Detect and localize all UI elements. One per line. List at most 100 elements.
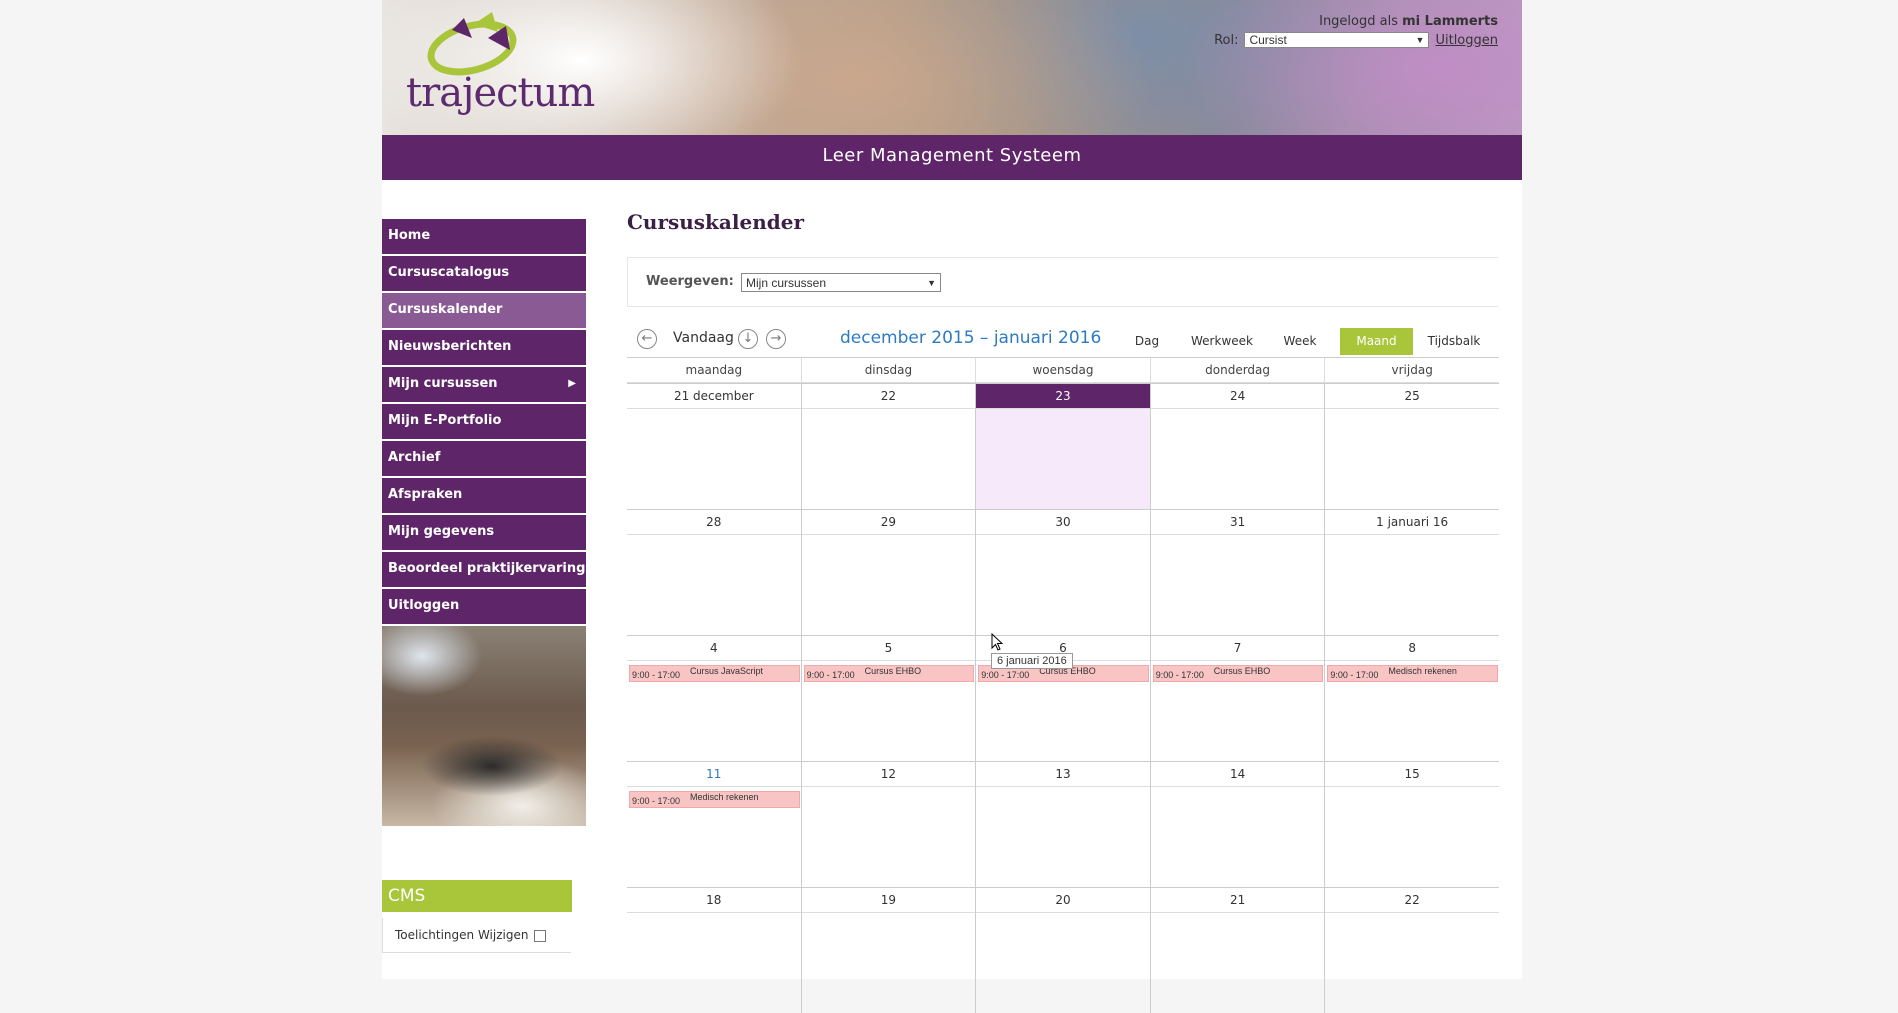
event-time: 9:00 - 17:00 [632, 670, 681, 680]
date-range-label: december 2015 – januari 2016 [840, 328, 1102, 348]
calendar-day[interactable]: 25 [1324, 383, 1499, 509]
cms-toggle-label: Toelichtingen Wijzigen [395, 928, 529, 942]
logout-link[interactable]: Uitloggen [1435, 33, 1498, 48]
role-select-value: Cursist [1249, 33, 1287, 47]
event-name: Cursus JavaScript [690, 666, 764, 676]
calendar-day[interactable]: 5 9:00 - 17:00 Cursus EHBO [800, 635, 976, 761]
calendar-day[interactable]: 21 [1149, 887, 1325, 1013]
sidebar-item-mijn-gegevens[interactable]: Mijn gegevens [382, 515, 586, 551]
calendar-day[interactable]: 22 [1324, 887, 1499, 1013]
view-week-button[interactable]: Week [1270, 328, 1330, 355]
sidebar-item-mijn-cursussen[interactable]: Mijn cursussen ▶ [382, 367, 586, 403]
view-timeline-button[interactable]: Tijdsbalk [1419, 328, 1489, 355]
calendar-day[interactable]: 4 9:00 - 17:00 Cursus JavaScript [627, 635, 801, 761]
calendar-week: 18 19 20 21 22 [627, 887, 1499, 1013]
arrow-left-icon[interactable]: ← [637, 329, 657, 349]
sidebar-item-mijn-e-portfolio[interactable]: Mijn E-Portfolio [382, 404, 586, 440]
calendar-day[interactable]: 11 9:00 - 17:00 Medisch rekenen [627, 761, 801, 887]
day-number: 5 [801, 635, 976, 661]
calendar-day[interactable]: 14 [1149, 761, 1325, 887]
calendar-toolbar: ← Vandaag ↓ → december 2015 – januari 20… [627, 320, 1502, 360]
day-number: 1 januari 16 [1325, 509, 1499, 535]
event-name: Medisch rekenen [1388, 666, 1457, 676]
chevron-down-icon: ▼ [1415, 35, 1425, 45]
today-button[interactable]: Vandaag [673, 330, 734, 346]
sidebar-item-cursuscatalogus[interactable]: Cursuscatalogus [382, 256, 586, 292]
role-select[interactable]: Cursist ▼ [1244, 32, 1430, 48]
calendar-day[interactable]: 28 [627, 509, 801, 635]
header-banner: trajectum Ingelogd als mi Lammerts Rol: … [382, 0, 1522, 135]
role-label: Rol: [1214, 32, 1239, 48]
calendar-day[interactable]: 24 [1149, 383, 1325, 509]
day-number: 28 [627, 509, 801, 535]
sidebar-item-afspraken[interactable]: Afspraken [382, 478, 586, 514]
day-number: 31 [1150, 509, 1325, 535]
event-time: 9:00 - 17:00 [1330, 670, 1379, 680]
calendar-day[interactable]: 15 [1324, 761, 1499, 887]
calendar-day[interactable]: 22 [800, 383, 976, 509]
calendar-event[interactable]: 9:00 - 17:00 Cursus EHBO [1152, 665, 1324, 682]
arrow-right-icon[interactable]: → [766, 329, 786, 349]
system-title: Leer Management Systeem [382, 135, 1522, 180]
chevron-right-icon: ▶ [568, 378, 576, 389]
sidebar-item-archief[interactable]: Archief [382, 441, 586, 477]
calendar-event[interactable]: 9:00 - 17:00 Cursus EHBO [803, 665, 975, 682]
page: trajectum Ingelogd als mi Lammerts Rol: … [382, 0, 1522, 1013]
view-workweek-button[interactable]: Werkweek [1177, 328, 1267, 355]
day-number: 19 [801, 887, 976, 913]
logo-text: trajectum [406, 70, 595, 116]
calendar-day[interactable]: 31 [1149, 509, 1325, 635]
sidebar-item-label: Mijn gegevens [388, 524, 495, 539]
calendar-day-today[interactable]: 23 [975, 383, 1150, 509]
event-time: 9:00 - 17:00 [1155, 670, 1204, 680]
day-number: 13 [976, 761, 1150, 787]
calendar-day[interactable]: 21 december [627, 383, 801, 509]
sidebar-item-nieuwsberichten[interactable]: Nieuwsberichten [382, 330, 586, 366]
day-number: 29 [801, 509, 976, 535]
calendar-day[interactable]: 8 9:00 - 17:00 Medisch rekenen [1324, 635, 1499, 761]
view-month-button[interactable]: Maand [1340, 328, 1413, 355]
calendar-day[interactable]: 30 [975, 509, 1150, 635]
calendar-day[interactable]: 19 [800, 887, 976, 1013]
sidebar-item-cursuskalender[interactable]: Cursuskalender [382, 293, 586, 329]
calendar-day[interactable]: 13 [975, 761, 1150, 887]
day-number: 22 [1325, 887, 1499, 913]
sidebar-item-uitloggen[interactable]: Uitloggen [382, 589, 586, 625]
sidebar-item-beoordeel-praktijkervaring[interactable]: Beoordeel praktijkervaring [382, 552, 586, 588]
sidebar-item-label: Cursuskalender [388, 302, 503, 317]
weekday-label: maandag [685, 363, 743, 377]
weekday-label: vrijdag [1324, 358, 1499, 382]
calendar-event[interactable]: 9:00 - 17:00 Medisch rekenen [629, 791, 800, 808]
calendar-day[interactable]: 1 januari 16 [1324, 509, 1499, 635]
weekday-label: donderdag [1149, 358, 1325, 382]
day-number: 24 [1150, 383, 1325, 409]
user-box: Ingelogd als mi Lammerts Rol: Cursist ▼ … [1214, 14, 1498, 48]
sidebar-item-label: Uitloggen [388, 598, 460, 613]
calendar-event[interactable]: 9:00 - 17:00 Medisch rekenen [1327, 665, 1498, 682]
calendar-day[interactable]: 20 [975, 887, 1150, 1013]
role-row: Rol: Cursist ▼ Uitloggen [1214, 32, 1498, 48]
event-name: Cursus EHBO [1213, 666, 1271, 676]
page-title: Cursuskalender [627, 210, 804, 234]
weekday-header: maandag dinsdag woensdag donderdag vrijd… [627, 358, 1499, 383]
sidebar-item-label: Cursuscatalogus [388, 265, 510, 280]
calendar-day[interactable]: 29 [800, 509, 976, 635]
day-number: 18 [627, 887, 801, 913]
filter-select-value: Mijn cursussen [746, 275, 827, 290]
cms-toggle-checkbox[interactable] [534, 929, 547, 942]
calendar-day[interactable]: 7 9:00 - 17:00 Cursus EHBO [1149, 635, 1325, 761]
day-number: 11 [627, 761, 801, 787]
day-number: 8 [1325, 635, 1499, 661]
username: mi Lammerts [1402, 14, 1498, 29]
filter-bar: Weergeven: Mijn cursussen ▼ [627, 257, 1498, 307]
sidebar-item-home[interactable]: Home [382, 219, 586, 255]
filter-select[interactable]: Mijn cursussen ▼ [741, 273, 941, 292]
calendar-event[interactable]: 9:00 - 17:00 Cursus JavaScript [629, 665, 800, 682]
event-time: 9:00 - 17:00 [981, 670, 1030, 680]
view-day-button[interactable]: Dag [1127, 328, 1167, 355]
day-number: 15 [1325, 761, 1499, 787]
calendar-day[interactable]: 18 [627, 887, 801, 1013]
sidebar-item-label: Mijn cursussen [388, 376, 498, 391]
arrow-down-icon[interactable]: ↓ [738, 329, 758, 349]
calendar-day[interactable]: 12 [800, 761, 976, 887]
